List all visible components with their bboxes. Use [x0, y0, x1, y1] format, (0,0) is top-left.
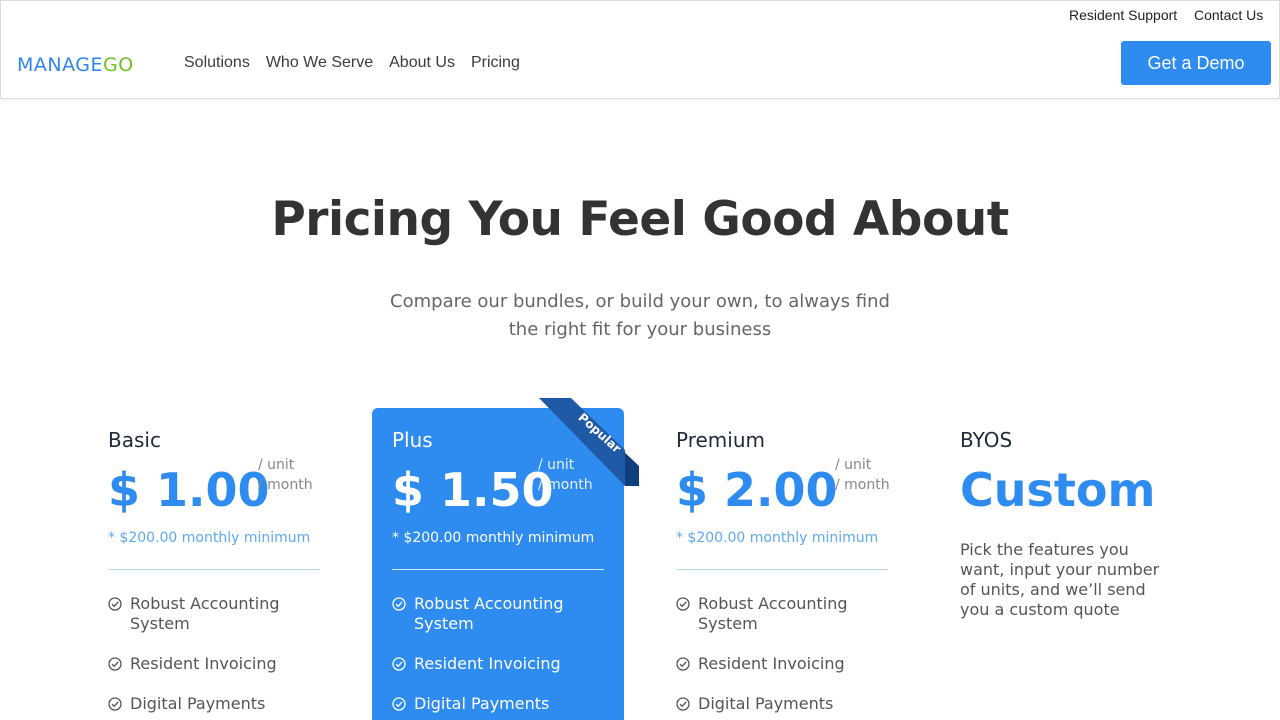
check-circle-icon — [108, 697, 122, 711]
price-period: / unit / month — [258, 455, 313, 495]
page-subtitle: Compare our bundles, or build your own, … — [370, 288, 910, 344]
monthly-minimum-note: * $200.00 monthly minimum — [676, 530, 879, 546]
monthly-minimum-note: * $200.00 monthly minimum — [108, 530, 311, 546]
byos-description: Pick the features you want, input your n… — [960, 540, 1160, 619]
check-circle-icon — [392, 657, 406, 671]
feature-label: Resident Invoicing — [698, 654, 845, 673]
feature-item: Robust Accounting System — [392, 594, 604, 634]
resident-support-link[interactable]: Resident Support — [1069, 7, 1177, 23]
nav-item-pricing[interactable]: Pricing — [471, 54, 520, 72]
plan-price: $ 1.50 — [392, 463, 554, 517]
feature-item: Robust Accounting System — [108, 594, 320, 634]
feature-label: Resident Invoicing — [130, 654, 277, 673]
feature-list: Robust Accounting System Resident Invoic… — [392, 594, 604, 720]
feature-label: Digital Payments — [414, 694, 550, 713]
feature-list: Robust Accounting System Resident Invoic… — [676, 594, 888, 720]
divider — [676, 569, 888, 570]
plan-name: Basic — [108, 428, 161, 452]
check-circle-icon — [108, 597, 122, 611]
feature-item: Digital Payments — [392, 694, 604, 714]
price-unit-label: / unit — [835, 457, 872, 473]
nav-item-about-us[interactable]: About Us — [389, 54, 455, 72]
feature-label: Robust Accounting System — [130, 594, 280, 633]
page-title: Pricing You Feel Good About — [271, 192, 1009, 247]
feature-label: Robust Accounting System — [414, 594, 564, 633]
contact-us-link[interactable]: Contact Us — [1194, 7, 1263, 23]
subtitle-line-1: Compare our bundles, or build your own, … — [390, 291, 890, 312]
logo-text-go: GO — [103, 54, 134, 76]
popular-ribbon: Popular — [539, 398, 639, 486]
utility-bar: Resident Support Contact Us — [0, 0, 1280, 30]
plan-card-premium: Premium $ 2.00 / unit / month * $200.00 … — [676, 408, 928, 720]
monthly-minimum-note: * $200.00 monthly minimum — [392, 530, 595, 546]
plan-price: $ 1.00 — [108, 463, 270, 517]
check-circle-icon — [392, 597, 406, 611]
price-month-label: / month — [835, 477, 890, 493]
divider — [108, 569, 320, 570]
get-a-demo-button[interactable]: Get a Demo — [1121, 41, 1271, 85]
price-month-label: / month — [258, 477, 313, 493]
subtitle-line-2: the right fit for your business — [508, 319, 772, 340]
feature-item: Robust Accounting System — [676, 594, 888, 634]
check-circle-icon — [108, 657, 122, 671]
plan-name: Premium — [676, 428, 765, 452]
check-circle-icon — [676, 697, 690, 711]
plan-name: Plus — [392, 428, 433, 452]
feature-label: Digital Payments — [698, 694, 834, 713]
divider — [392, 569, 604, 570]
nav-item-solutions[interactable]: Solutions — [184, 54, 250, 72]
feature-item: Resident Invoicing — [676, 654, 888, 674]
plan-card-basic: Basic $ 1.00 / unit / month * $200.00 mo… — [108, 408, 360, 720]
nav-item-who-we-serve[interactable]: Who We Serve — [266, 54, 373, 72]
plan-price: $ 2.00 — [676, 463, 838, 517]
feature-label: Robust Accounting System — [698, 594, 848, 633]
feature-item: Digital Payments — [108, 694, 320, 714]
primary-nav: Solutions Who We Serve About Us Pricing — [184, 54, 520, 72]
ribbon-shape: Popular — [539, 398, 639, 486]
feature-item: Resident Invoicing — [392, 654, 604, 674]
feature-list: Robust Accounting System Resident Invoic… — [108, 594, 320, 720]
price-period: / unit / month — [835, 455, 890, 495]
check-circle-icon — [676, 657, 690, 671]
logo-text-manage: MANAGE — [17, 54, 103, 76]
plan-name: BYOS — [960, 428, 1013, 452]
managego-logo[interactable]: MANAGEGO — [17, 54, 134, 76]
feature-item: Resident Invoicing — [108, 654, 320, 674]
feature-label: Digital Payments — [130, 694, 266, 713]
feature-item: Digital Payments — [676, 694, 888, 714]
price-unit-label: / unit — [258, 457, 295, 473]
main-navbar: MANAGEGO Solutions Who We Serve About Us… — [0, 29, 1280, 99]
check-circle-icon — [392, 697, 406, 711]
check-circle-icon — [676, 597, 690, 611]
plan-price: Custom — [960, 463, 1156, 517]
feature-label: Resident Invoicing — [414, 654, 561, 673]
